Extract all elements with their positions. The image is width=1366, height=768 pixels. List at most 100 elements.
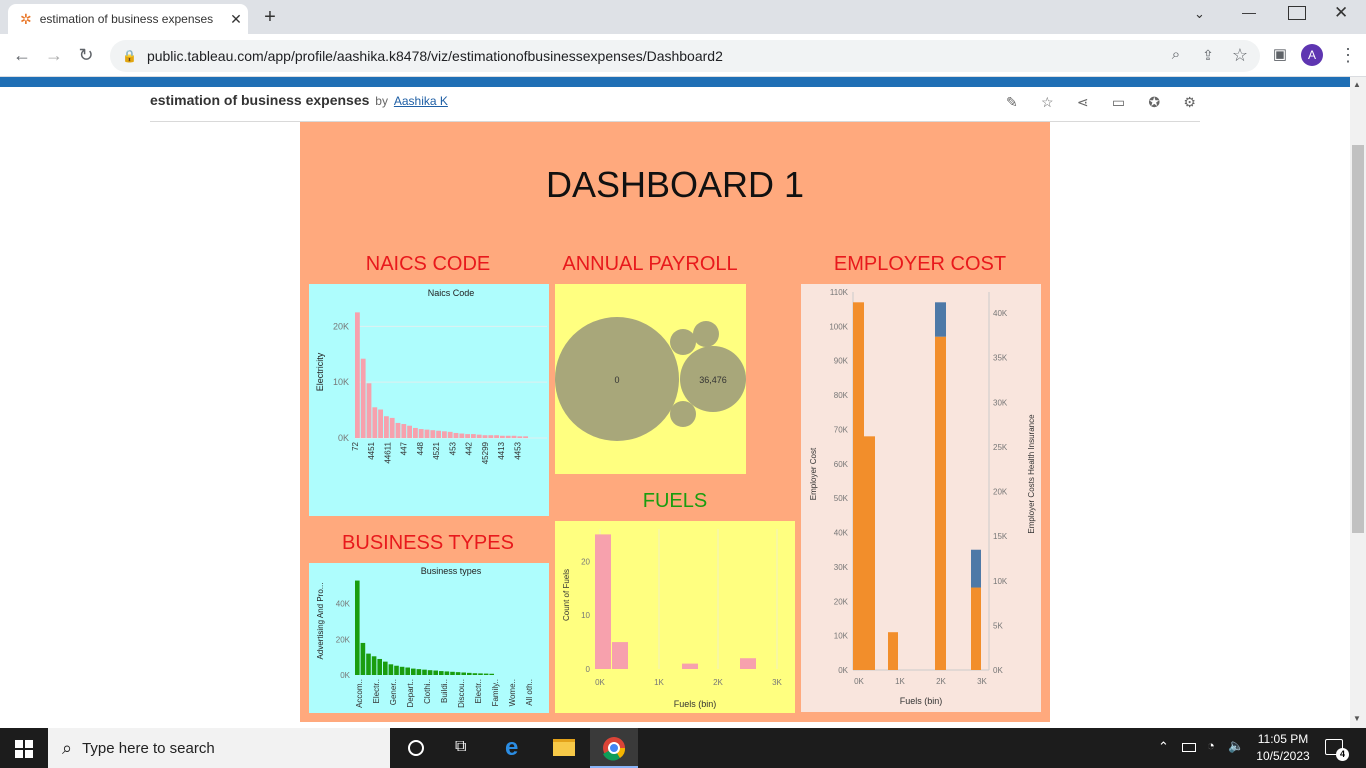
naics-bar [418, 429, 424, 438]
employer-cost-bar [888, 632, 898, 670]
y-tick-label: 10 [581, 611, 590, 620]
battery-icon[interactable] [1182, 743, 1196, 752]
tableau-favicon-icon: ✲ [20, 10, 32, 27]
business-chart-panel: Business types Advertising And Pro... 0K 20… [309, 563, 549, 713]
x-tick-label: 448 [416, 441, 425, 455]
file-explorer-icon[interactable] [553, 739, 575, 756]
employer-cost-bar [853, 302, 864, 670]
naics-bar [488, 435, 494, 438]
business-bar [461, 672, 466, 675]
award-icon[interactable]: ✪ [1148, 94, 1160, 114]
edge-icon[interactable]: e [505, 734, 518, 762]
dashboard: DASHBOARD 1 NAICS CODE ANNUAL PAYROLL EM… [300, 122, 1050, 722]
minimize-icon[interactable]: — [1242, 4, 1264, 20]
payroll-bubble-chart[interactable]: 0 36,476 [555, 284, 746, 474]
url-text: public.tableau.com/app/profile/aashika.k… [146, 48, 723, 64]
naics-chart[interactable]: Naics Code Electricity 0K 10K 20K 72 4451 44611… [309, 284, 549, 516]
naics-bar [413, 427, 418, 438]
naics-bar [378, 409, 383, 438]
browser-tab[interactable]: ✲ estimation of business expenses ✕ [8, 4, 248, 34]
zoom-icon[interactable]: ⌕ [1162, 41, 1190, 69]
y2-tick-label: 20K [993, 488, 1008, 497]
business-bar [427, 670, 433, 675]
menu-icon[interactable]: ⋮ [1334, 41, 1362, 69]
close-tab-icon[interactable]: ✕ [224, 11, 248, 28]
share-icon[interactable]: ⇪ [1194, 41, 1222, 69]
naics-bar [500, 435, 505, 438]
business-types-chart[interactable]: Business types Advertising And Pro... 0K 20… [309, 563, 549, 713]
naics-bar [372, 407, 378, 438]
close-window-icon[interactable]: ✕ [1334, 3, 1354, 23]
cortana-icon[interactable] [408, 740, 424, 756]
wifi-icon[interactable]: ◔ [1207, 738, 1215, 753]
address-bar[interactable]: 🔒 public.tableau.com/app/profile/aashika… [110, 40, 1260, 72]
y-tick-label: 20 [581, 557, 590, 566]
payroll-chart-panel: 0 36,476 [555, 284, 746, 474]
taskbar-search-box[interactable]: ⌕ Type here to search [48, 728, 390, 768]
y-tick-label: 90K [834, 357, 849, 366]
naics-bar [442, 431, 447, 438]
business-bar [483, 673, 489, 675]
task-view-icon[interactable]: ⧉ [455, 738, 466, 756]
x-tick-label: 2K [713, 678, 723, 687]
business-bar [478, 673, 483, 675]
x-tick-label: 2K [936, 677, 946, 686]
business-bar [439, 671, 444, 675]
x-tick-label: Discou.. [457, 679, 466, 708]
tab-search-icon[interactable]: ⌄ [1194, 6, 1216, 22]
naics-bar [494, 435, 499, 438]
x-axis-label: Fuels (bin) [674, 699, 717, 709]
employer-cost-chart[interactable]: 0K 10K 20K 30K 40K 50K 60K 70K 80K 90K 100K 110K 0K 5… [801, 284, 1041, 712]
naics-bar [482, 435, 488, 438]
y-tick-label: 10K [834, 632, 849, 641]
x-tick-label: Electr.. [474, 679, 483, 703]
clock[interactable]: 11:05 PM 10/5/2023 [1248, 731, 1318, 765]
comment-icon[interactable]: ▭ [1112, 94, 1125, 114]
y-tick-label: 70K [834, 425, 849, 434]
back-icon[interactable]: ← [8, 41, 36, 69]
x-tick-label: 4521 [432, 441, 441, 459]
bookmark-star-icon[interactable]: ☆ [1226, 41, 1254, 69]
scrollbar-thumb[interactable] [1352, 145, 1364, 533]
naics-bar [453, 432, 459, 438]
business-bar [444, 671, 450, 675]
y2-tick-label: 25K [993, 443, 1008, 452]
y2-tick-label: 15K [993, 532, 1008, 541]
business-bar [472, 673, 478, 675]
favorite-star-icon[interactable]: ☆ [1041, 94, 1054, 114]
y-axis-label: Advertising And Pro... [316, 583, 325, 660]
side-panel-icon[interactable]: ▣ [1266, 41, 1294, 69]
naics-bar [384, 416, 389, 438]
fuels-chart[interactable]: 0 10 20 0K 1K 2K 3K Fuels (bin) Count of Fuels [555, 521, 814, 713]
settings-gear-icon[interactable]: ⚙ [1183, 94, 1196, 114]
business-bar [422, 669, 427, 675]
y-tick-label: 100K [829, 322, 848, 331]
business-bar [455, 672, 461, 675]
volume-icon[interactable]: 🔈 [1228, 738, 1244, 754]
chrome-taskbar-icon[interactable] [590, 728, 638, 768]
x-tick-label: 72 [351, 441, 360, 450]
windows-start-icon[interactable] [15, 740, 33, 758]
author-link[interactable]: Aashika K [394, 94, 448, 108]
reload-icon[interactable]: ↻ [72, 41, 100, 69]
y-tick-label: 0K [838, 666, 848, 675]
naics-bar [505, 435, 511, 438]
restore-icon[interactable] [1288, 6, 1306, 20]
business-bar [467, 672, 472, 675]
search-icon: ⌕ [62, 737, 73, 758]
naics-bar [517, 436, 523, 438]
scroll-up-icon[interactable]: ▲ [1353, 80, 1361, 89]
edit-icon[interactable]: ✎ [1006, 94, 1018, 114]
profile-avatar[interactable]: A [1301, 44, 1323, 66]
share-network-icon[interactable]: ⋖ [1077, 94, 1089, 114]
scroll-down-icon[interactable]: ▼ [1353, 714, 1361, 723]
new-tab-icon[interactable]: + [258, 6, 282, 30]
naics-bar [471, 434, 476, 438]
forward-icon[interactable]: → [40, 41, 68, 69]
fuels-bar [595, 534, 611, 669]
fuels-bar [612, 642, 628, 669]
naics-bar [436, 430, 441, 438]
x-tick-label: 4413 [497, 441, 506, 459]
tray-chevron-icon[interactable]: ⌃ [1158, 739, 1169, 755]
x-axis-label: Fuels (bin) [900, 696, 943, 706]
